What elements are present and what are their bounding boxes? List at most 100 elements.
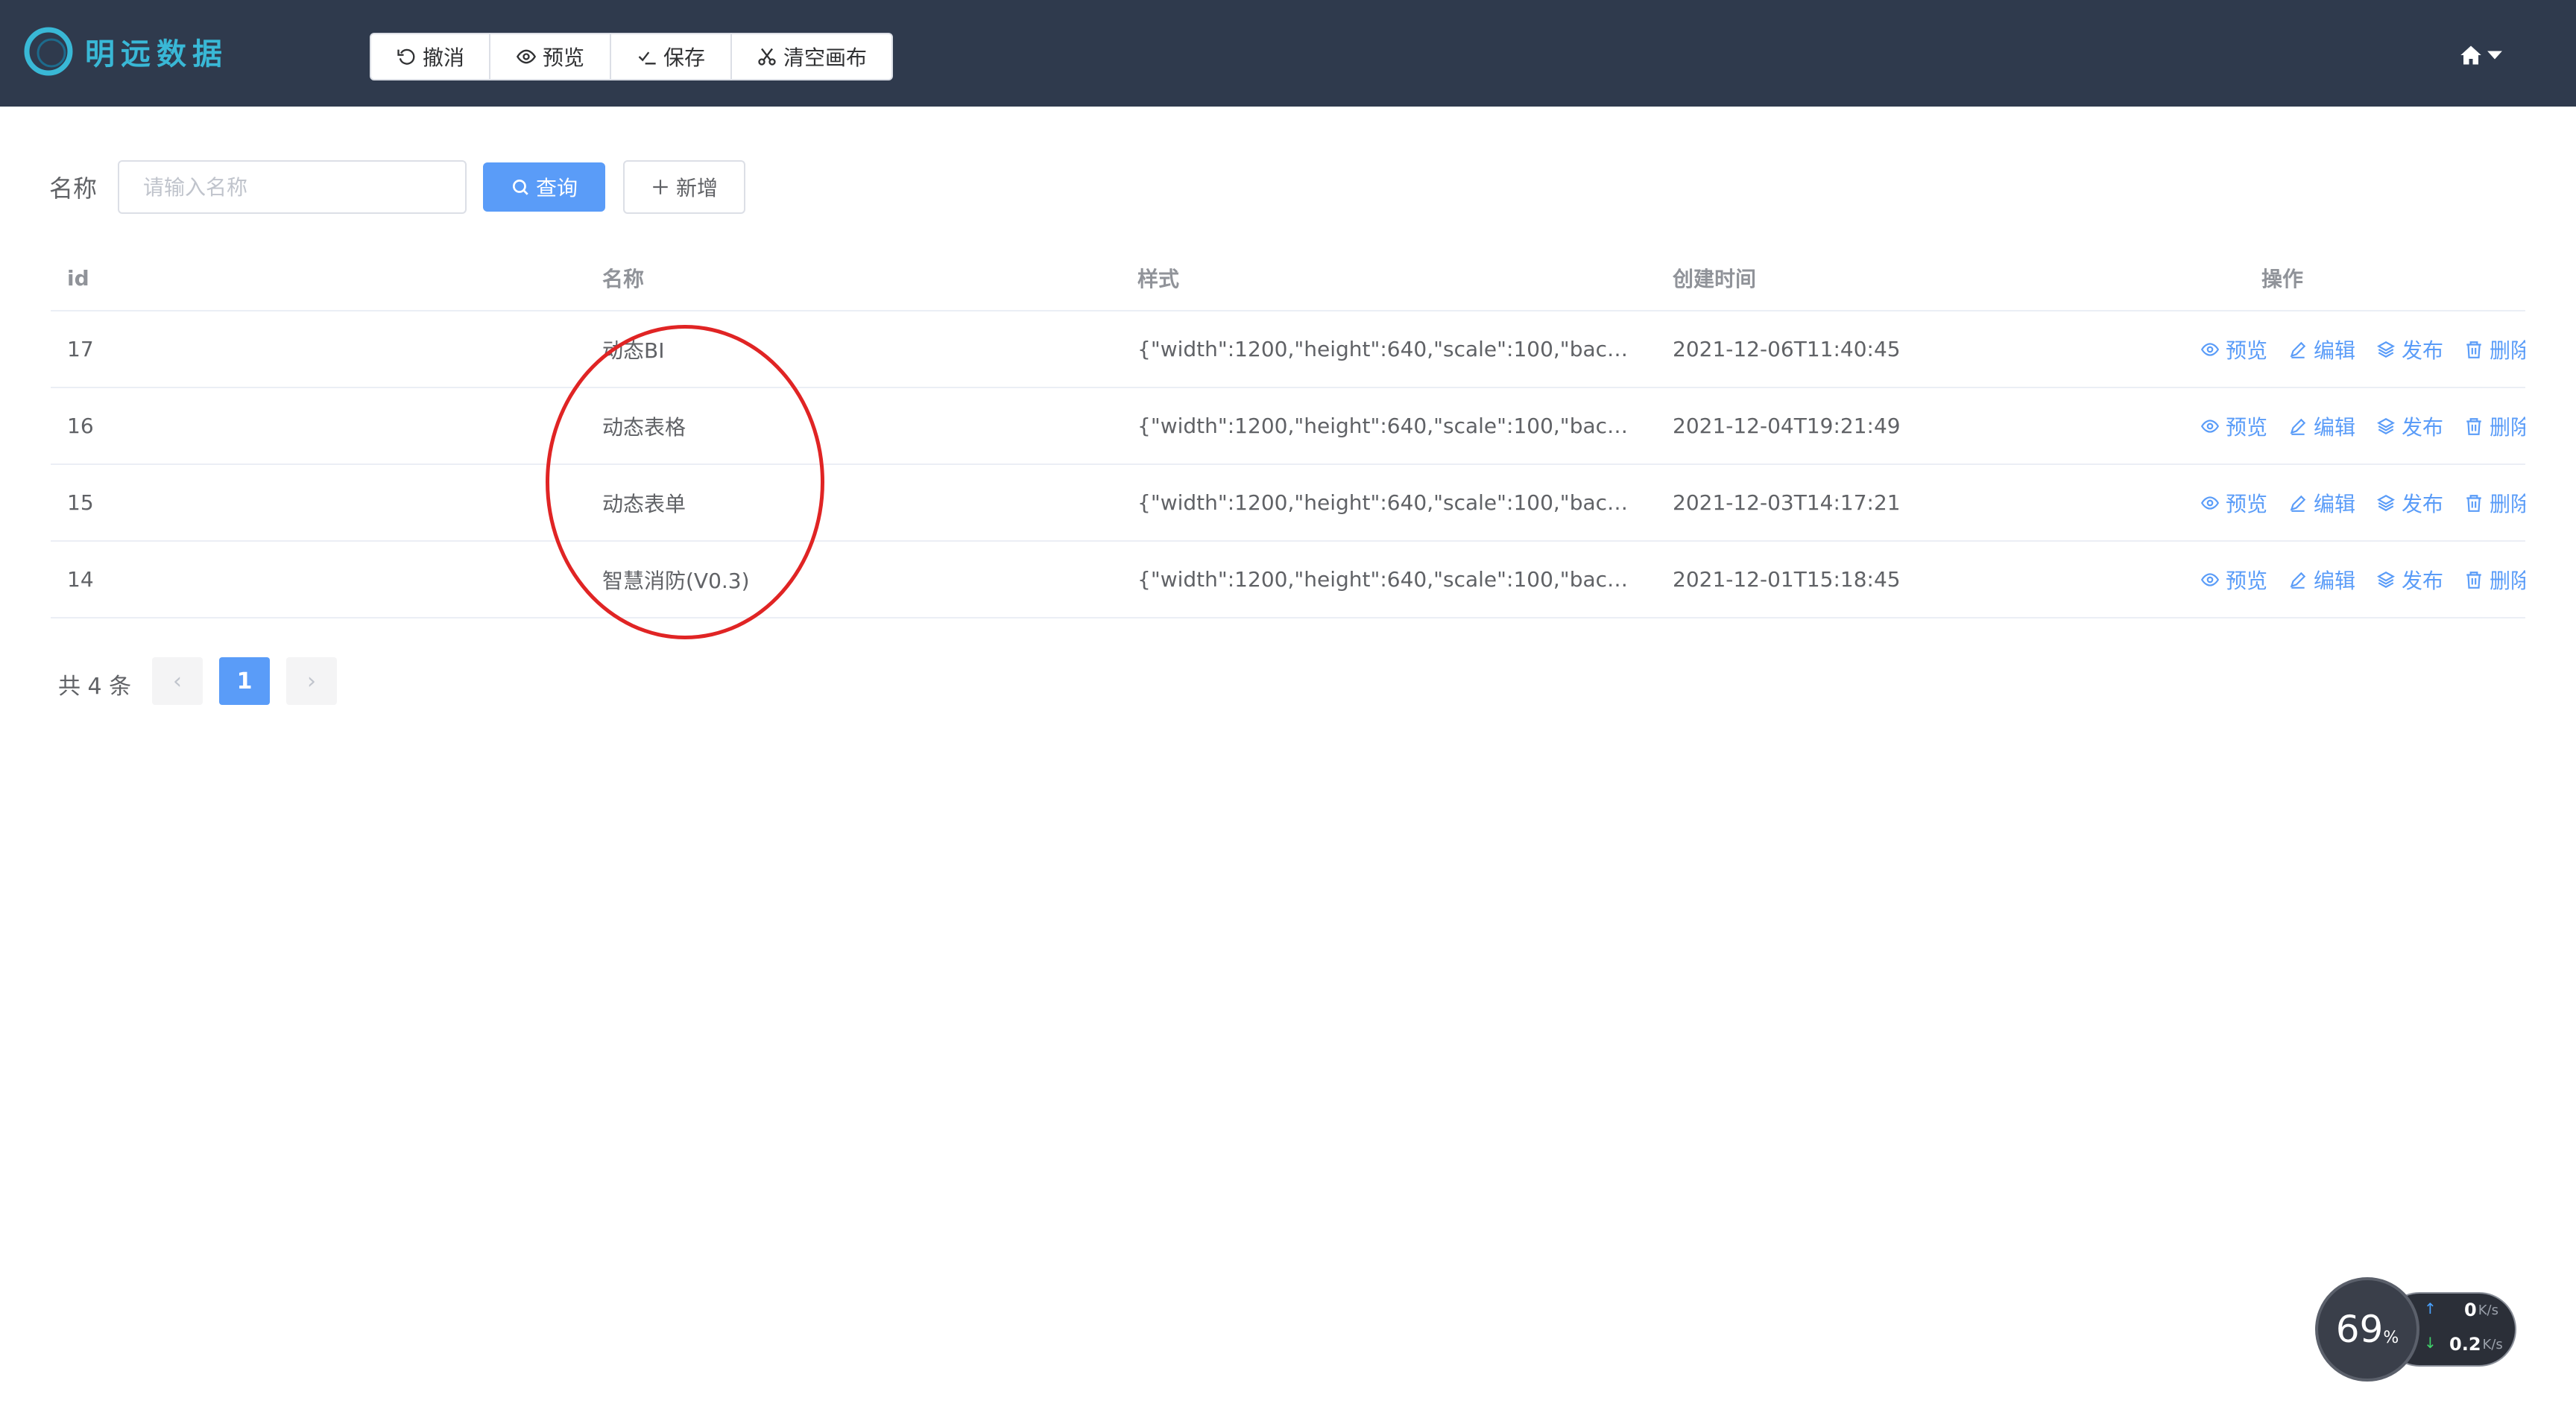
search-icon: [512, 179, 528, 195]
upload-speed: 0 K/s: [2464, 1300, 2498, 1320]
name-search-input[interactable]: [118, 160, 467, 214]
header-style: 样式: [1137, 267, 1180, 291]
preview-button[interactable]: 预览: [490, 34, 611, 79]
delete-link-label: 删除: [2490, 568, 2525, 593]
publish-icon: [2377, 341, 2396, 358]
preview-link-label: 预览: [2226, 568, 2268, 593]
scissors-icon: [758, 48, 776, 66]
row-id: 17: [67, 337, 94, 361]
row-actions: 预览 编辑 发布 删除: [2074, 411, 2525, 441]
prev-page-button[interactable]: ‹: [152, 657, 203, 705]
row-style: {"width":1200,"height":640,"scale":100,"…: [1137, 337, 1656, 361]
edit-icon: [2290, 572, 2306, 589]
table-row: 14 智慧消防(V0.3) {"width":1200,"height":640…: [51, 542, 2525, 618]
add-label: 新增: [675, 177, 718, 200]
edit-link[interactable]: 编辑: [2288, 335, 2355, 364]
preview-link[interactable]: 预览: [2200, 565, 2267, 595]
publish-link-label: 发布: [2402, 491, 2444, 516]
query-label: 查询: [535, 177, 578, 200]
preview-link-label: 预览: [2226, 338, 2268, 363]
add-button[interactable]: 新增: [623, 160, 745, 214]
next-page-button[interactable]: ›: [286, 657, 337, 705]
save-label: 保存: [663, 45, 705, 70]
publish-link[interactable]: 发布: [2376, 565, 2443, 595]
edit-link-label: 编辑: [2314, 568, 2356, 593]
publish-link-label: 发布: [2402, 568, 2444, 593]
upload-unit: K/s: [2478, 1302, 2498, 1318]
undo-icon: [397, 48, 415, 65]
header-ops: 操作: [2261, 267, 2303, 291]
delete-link[interactable]: 删除: [2464, 565, 2525, 595]
clear-canvas-button[interactable]: 清空画布: [732, 34, 891, 79]
preview-link-label: 预览: [2226, 414, 2268, 440]
delete-link-label: 删除: [2490, 491, 2525, 516]
caret-down-icon: [2487, 51, 2502, 60]
publish-link[interactable]: 发布: [2376, 411, 2443, 441]
edit-link[interactable]: 编辑: [2288, 411, 2355, 441]
network-speed-widget[interactable]: ↑ ↓ 0 K/s 0.2 K/s 69%: [2315, 1277, 2518, 1382]
preview-link[interactable]: 预览: [2200, 335, 2267, 364]
edit-link-label: 编辑: [2314, 338, 2356, 363]
delete-link[interactable]: 删除: [2464, 411, 2525, 441]
edit-link-label: 编辑: [2314, 414, 2356, 440]
trash-icon: [2466, 341, 2481, 358]
trash-icon: [2466, 494, 2481, 512]
download-arrow-icon: ↓: [2424, 1334, 2437, 1352]
row-created: 2021-12-04T19:21:49: [1673, 414, 1901, 438]
delete-link-label: 删除: [2490, 414, 2525, 440]
download-value: 0.2: [2449, 1334, 2481, 1355]
row-created: 2021-12-03T14:17:21: [1673, 490, 1901, 515]
publish-icon: [2377, 571, 2396, 588]
name-filter-label: 名称: [49, 174, 98, 203]
undo-label: 撤消: [422, 45, 464, 70]
table-header: id 名称 样式 创建时间 操作: [51, 246, 2525, 311]
publish-link[interactable]: 发布: [2376, 488, 2443, 518]
row-created: 2021-12-06T11:40:45: [1673, 337, 1901, 361]
upload-arrow-icon: ↑: [2424, 1300, 2437, 1317]
publish-icon: [2377, 417, 2396, 434]
preview-link-label: 预览: [2226, 491, 2268, 516]
download-speed: 0.2 K/s: [2449, 1334, 2503, 1355]
edit-icon: [2290, 418, 2306, 435]
undo-button[interactable]: 撤消: [371, 34, 490, 79]
edit-link[interactable]: 编辑: [2288, 488, 2355, 518]
header-id: id: [67, 265, 89, 291]
top-header: 明远数据 撤消 预览 保存 清空画布: [0, 0, 2576, 107]
save-button[interactable]: 保存: [611, 34, 732, 79]
header-name: 名称: [602, 267, 645, 291]
edit-icon: [2290, 495, 2306, 512]
brand-name: 明远数据: [85, 37, 228, 72]
table-row: 17 动态BI {"width":1200,"height":640,"scal…: [51, 311, 2525, 388]
edit-icon: [2290, 341, 2306, 358]
publish-link[interactable]: 发布: [2376, 335, 2443, 364]
publish-icon: [2377, 494, 2396, 511]
preview-link[interactable]: 预览: [2200, 411, 2267, 441]
trash-icon: [2466, 417, 2481, 435]
logo-ring-icon: [24, 27, 73, 76]
clear-canvas-label: 清空画布: [783, 45, 867, 70]
red-circle-annotation: [546, 325, 824, 639]
row-style: {"width":1200,"height":640,"scale":100,"…: [1137, 567, 1656, 592]
home-dropdown[interactable]: [2460, 40, 2507, 70]
row-style: {"width":1200,"height":640,"scale":100,"…: [1137, 490, 1656, 515]
page-number-1[interactable]: 1: [219, 657, 270, 705]
eye-icon: [2200, 419, 2220, 433]
query-button[interactable]: 查询: [483, 162, 605, 212]
eye-icon: [2200, 572, 2220, 586]
download-unit: K/s: [2482, 1336, 2503, 1352]
cpu-unit: %: [2383, 1328, 2399, 1347]
publish-link-label: 发布: [2402, 338, 2444, 363]
delete-link[interactable]: 删除: [2464, 488, 2525, 518]
plus-icon: [653, 180, 668, 194]
delete-link[interactable]: 删除: [2464, 335, 2525, 364]
brand-logo[interactable]: 明远数据: [22, 25, 228, 77]
row-style: {"width":1200,"height":640,"scale":100,"…: [1137, 414, 1656, 438]
eye-icon: [516, 49, 537, 64]
row-id: 15: [67, 490, 94, 515]
preview-label: 预览: [542, 45, 584, 70]
pagination-total: 共 4 条: [58, 674, 132, 700]
edit-link[interactable]: 编辑: [2288, 565, 2355, 595]
preview-link[interactable]: 预览: [2200, 488, 2267, 518]
save-check-icon: [638, 51, 656, 65]
cpu-value: 69: [2335, 1308, 2384, 1351]
